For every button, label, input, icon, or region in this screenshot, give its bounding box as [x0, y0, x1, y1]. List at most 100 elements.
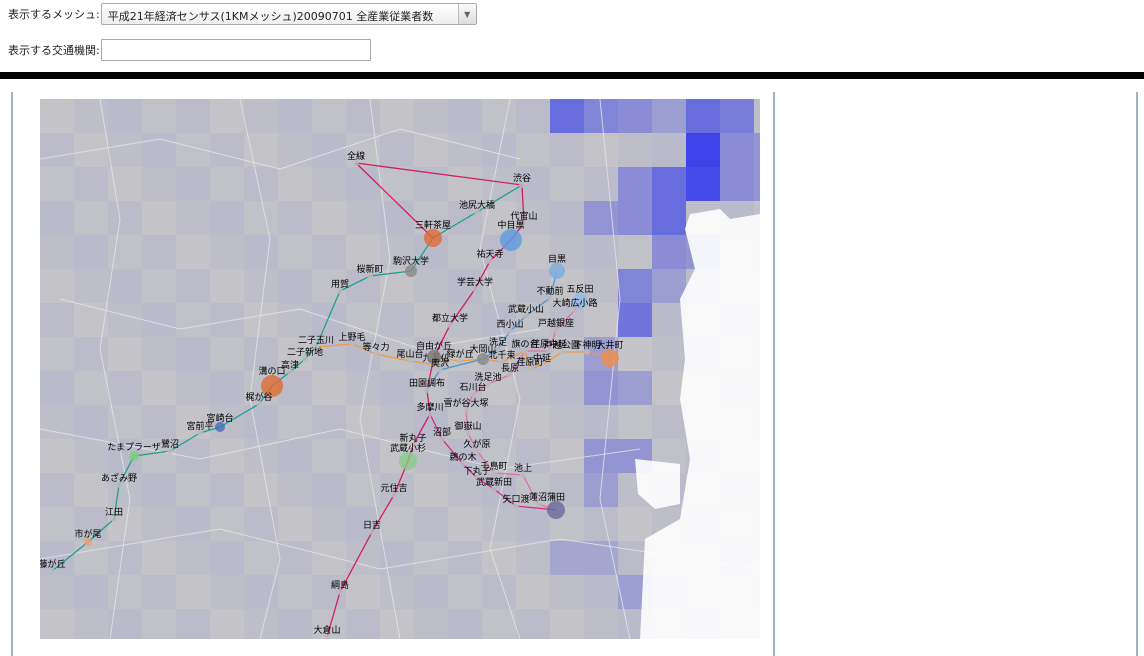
mesh-cell	[754, 167, 760, 201]
mesh-cell	[244, 201, 278, 235]
station-label: 高津	[281, 359, 299, 371]
mesh-cell	[176, 371, 210, 405]
mesh-cell	[414, 269, 448, 303]
mesh-cell	[346, 303, 380, 337]
station-label: 綱島	[331, 579, 349, 591]
station-label: 二子新地	[287, 346, 323, 358]
mesh-cell	[414, 167, 448, 201]
mesh-cell	[380, 507, 414, 541]
mesh-cell	[346, 167, 380, 201]
station-label: 久が原	[463, 438, 490, 450]
mesh-cell	[40, 439, 74, 473]
mesh-cell	[74, 609, 108, 639]
mesh-cell	[142, 371, 176, 405]
mesh-cell	[584, 609, 618, 639]
mesh-cell	[108, 337, 142, 371]
station-label: 荏原町	[516, 357, 543, 368]
mesh-cell	[142, 303, 176, 337]
station-label: 二子玉川	[298, 335, 334, 346]
mesh-cell	[312, 473, 346, 507]
mesh-cell	[516, 507, 550, 541]
mesh-cell	[482, 99, 516, 133]
mesh-cell	[312, 99, 346, 133]
mesh-cell	[414, 133, 448, 167]
mesh-cell	[244, 269, 278, 303]
mesh-cell	[210, 167, 244, 201]
station-marker[interactable]	[601, 349, 619, 367]
mesh-cell	[312, 439, 346, 473]
mesh-cell	[142, 99, 176, 133]
mesh-cell	[618, 303, 652, 337]
mesh-cell	[482, 541, 516, 575]
mesh-cell	[40, 235, 74, 269]
station-label: 池上	[514, 462, 532, 474]
mesh-cell	[278, 269, 312, 303]
mesh-cell	[74, 371, 108, 405]
station-label: 御嶽山	[454, 420, 481, 432]
station-label: 戸越銀座	[538, 317, 574, 329]
mesh-cell	[244, 541, 278, 575]
mesh-cell	[176, 473, 210, 507]
mesh-cell	[278, 99, 312, 133]
mesh-cell	[720, 167, 754, 201]
dropdown-arrow-icon[interactable]: ▼	[457, 4, 476, 24]
station-label: 不動前	[536, 285, 563, 297]
mesh-cell	[108, 371, 142, 405]
mesh-cell	[482, 609, 516, 639]
station-marker[interactable]	[547, 501, 565, 519]
station-label: 桜新町	[356, 263, 383, 275]
station-label: 学芸大学	[457, 276, 493, 288]
station-label: 武蔵小山	[508, 303, 544, 315]
station-label: 祐天寺	[476, 248, 503, 260]
transport-input[interactable]	[100, 39, 371, 61]
station-marker[interactable]	[500, 229, 522, 251]
station-marker[interactable]	[399, 452, 417, 470]
mesh-cell	[74, 541, 108, 575]
mesh-cell	[142, 609, 176, 639]
mesh-cell	[176, 235, 210, 269]
station-label: 全線	[347, 150, 365, 162]
mesh-cell	[414, 473, 448, 507]
mesh-cell	[278, 575, 312, 609]
mesh-cell	[754, 99, 760, 133]
mesh-cell	[278, 609, 312, 639]
mesh-cell	[176, 201, 210, 235]
mesh-cell	[550, 575, 584, 609]
mesh-cell	[516, 133, 550, 167]
mesh-cell	[618, 371, 652, 405]
station-label: 洗足池	[474, 371, 501, 383]
mesh-cell	[142, 269, 176, 303]
mesh-cell	[244, 133, 278, 167]
station-label: 洗足	[489, 336, 507, 348]
mesh-cell	[584, 405, 618, 439]
mesh-cell	[278, 439, 312, 473]
station-label: 日吉	[363, 520, 381, 531]
map-canvas[interactable]: 全線渋谷池尻大橋代官山三軒茶屋 中目黒駒沢大学桜新町祐天寺 目黒用賀 学芸大学不動前五…	[40, 99, 760, 639]
mesh-cell	[40, 473, 74, 507]
station-label: 鷺沼	[161, 439, 179, 450]
station-label: 石川台	[459, 381, 486, 393]
mesh-cell	[108, 609, 142, 639]
mesh-cell	[108, 303, 142, 337]
mesh-cell	[176, 541, 210, 575]
mesh-cell	[40, 405, 74, 439]
mesh-cell	[142, 337, 176, 371]
mesh-cell	[516, 541, 550, 575]
mesh-cell	[346, 439, 380, 473]
mesh-cell	[516, 575, 550, 609]
station-marker[interactable]	[424, 229, 442, 247]
mesh-cell	[346, 235, 380, 269]
station-marker[interactable]	[549, 263, 565, 279]
mesh-cell	[278, 473, 312, 507]
mesh-select[interactable]: 平成21年経済センサス(1KMメッシュ)20090701 全産業従業者数 ▼	[100, 3, 477, 25]
mesh-cell	[278, 201, 312, 235]
map-panel[interactable]: 全線 渋谷 池尻大橋 代官山 三軒茶屋 中目黒 駒沢大学 桜新町 祐天寺 目黒 用賀 学芸大学 不動前五…	[40, 99, 760, 639]
mesh-cell	[278, 507, 312, 541]
panel-border	[773, 92, 775, 656]
station-label: 市が尾	[74, 528, 101, 540]
mesh-cell	[652, 99, 686, 133]
mesh-cell	[346, 575, 380, 609]
mesh-cell	[74, 439, 108, 473]
mesh-cell	[74, 269, 108, 303]
mesh-cell	[652, 405, 686, 439]
